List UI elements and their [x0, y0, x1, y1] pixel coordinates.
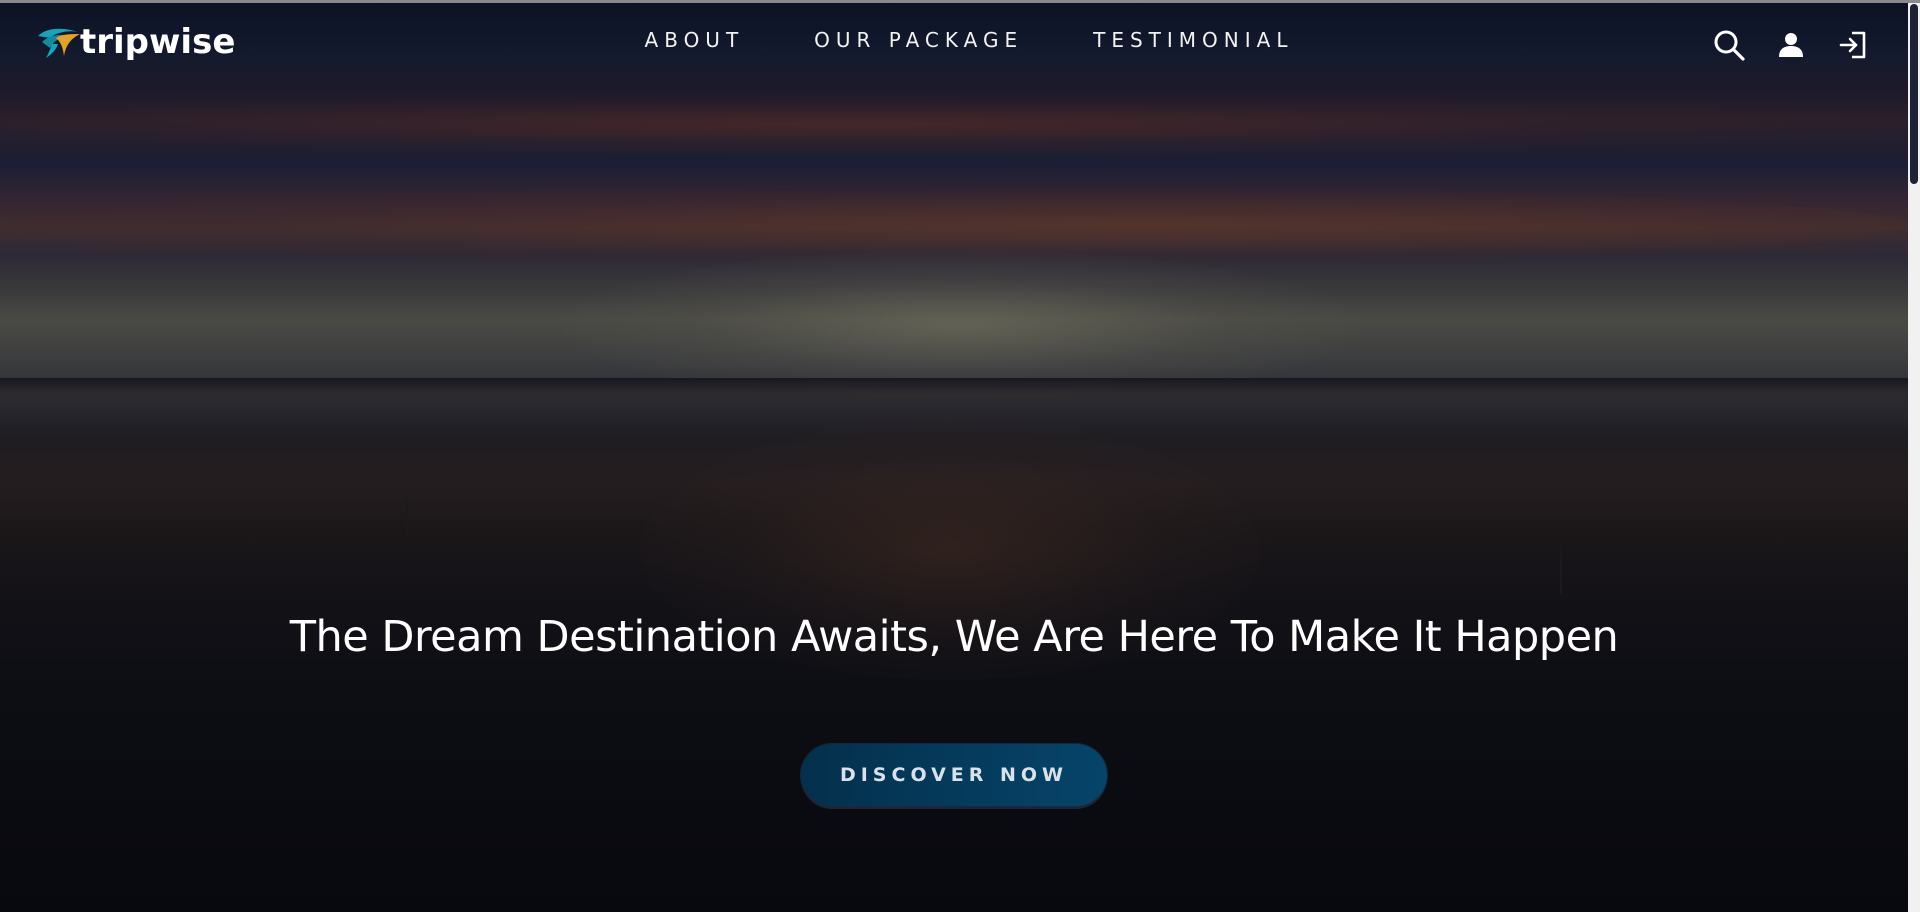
user-icon[interactable] — [1774, 28, 1808, 62]
page-scrollbar[interactable] — [1908, 0, 1920, 912]
cloud-layer — [0, 95, 1908, 155]
main-nav: ABOUT OUR PACKAGE TESTIMONIAL — [0, 28, 1908, 52]
scrollbar-thumb[interactable] — [1910, 4, 1918, 184]
nav-testimonial[interactable]: TESTIMONIAL — [1093, 28, 1293, 52]
header-actions — [1712, 28, 1870, 62]
water-pole — [406, 500, 408, 536]
discover-now-button[interactable]: DISCOVER NOW — [801, 744, 1107, 806]
hero-background: tripwise ABOUT OUR PACKAGE TESTIMONIAL T… — [0, 0, 1908, 912]
login-icon[interactable] — [1836, 28, 1870, 62]
nav-our-package[interactable]: OUR PACKAGE — [814, 28, 1023, 52]
nav-about[interactable]: ABOUT — [645, 28, 745, 52]
horizon-line — [0, 378, 1908, 418]
hero-headline: The Dream Destination Awaits, We Are Her… — [289, 612, 1619, 662]
water-pole — [1560, 545, 1562, 595]
window-top-border — [0, 0, 1920, 3]
search-icon[interactable] — [1712, 28, 1746, 62]
